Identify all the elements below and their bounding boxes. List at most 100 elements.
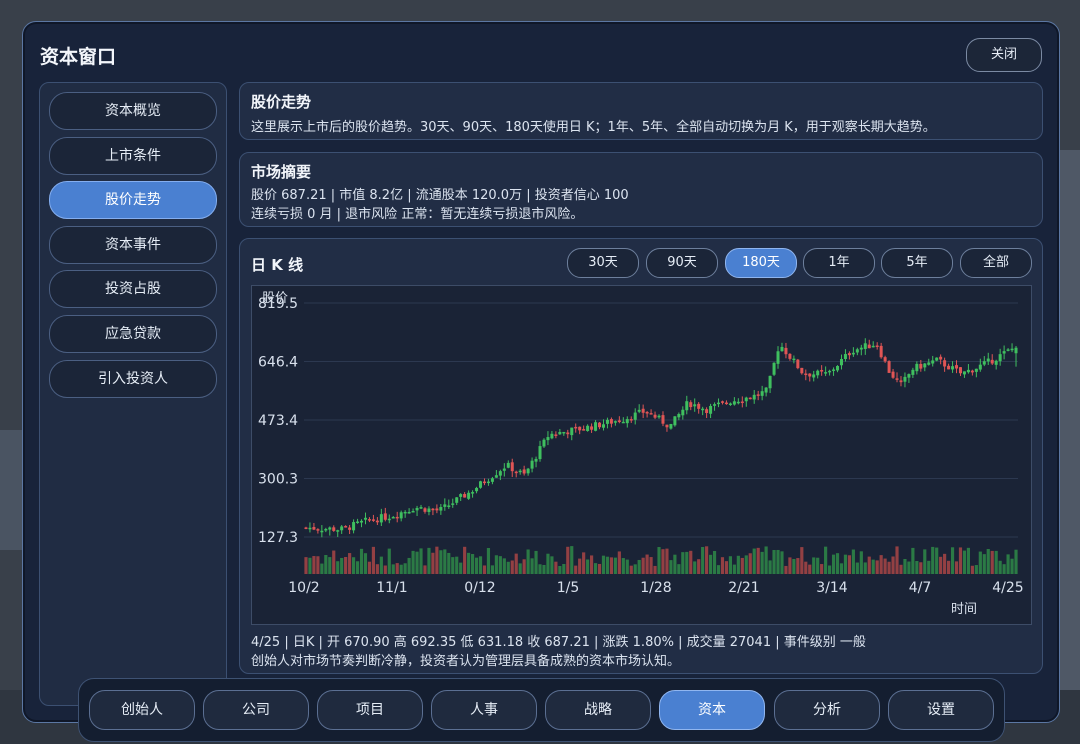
nav-analysis[interactable]: 分析 xyxy=(774,690,880,730)
candle-body xyxy=(348,527,352,530)
x-tick-label: 4/7 xyxy=(909,580,932,596)
range-all-button[interactable]: 全部 xyxy=(960,248,1032,278)
volume-bar xyxy=(629,565,633,574)
candle-body xyxy=(748,397,752,400)
candle-body xyxy=(891,371,895,378)
candle-body xyxy=(490,478,494,482)
sidebar-item-overview[interactable]: 资本概览 xyxy=(49,92,217,130)
volume-bar xyxy=(943,553,947,574)
x-axis-label: 时间 xyxy=(951,602,977,617)
volume-bar xyxy=(518,563,522,574)
volume-bar xyxy=(724,561,729,574)
window-title: 资本窗口 xyxy=(40,46,117,68)
volume-bar xyxy=(641,557,645,574)
background-building-left xyxy=(0,430,22,550)
volume-bar xyxy=(455,556,459,574)
volume-bar xyxy=(994,550,998,574)
candle-body xyxy=(879,345,883,358)
candle-body xyxy=(538,446,542,460)
x-tick-label: 11/1 xyxy=(376,580,407,596)
candle-body xyxy=(332,527,336,531)
close-button[interactable]: 关闭 xyxy=(966,38,1042,72)
volume-bar xyxy=(336,561,340,574)
volume-bar xyxy=(371,546,376,574)
range-1y-button[interactable]: 1年 xyxy=(803,248,875,278)
chart-area[interactable]: 819.5 646.4 473.4 300.3 127.3 股价 10/2 11/1 0/12 1… xyxy=(251,285,1032,625)
sidebar-item-emergency-loan[interactable]: 应急贷款 xyxy=(49,315,217,353)
volume-bar xyxy=(467,552,471,574)
candle-body xyxy=(399,512,403,519)
y-tick-label: 473.4 xyxy=(258,413,298,429)
volume-bar xyxy=(883,558,887,574)
candle-body xyxy=(498,471,502,476)
nav-founder[interactable]: 创始人 xyxy=(89,690,195,730)
volume-bar xyxy=(693,561,697,574)
candle-body xyxy=(1014,347,1018,354)
candle-body xyxy=(586,425,590,431)
candle-body xyxy=(935,357,939,361)
volume-bar xyxy=(998,560,1002,574)
candle-body xyxy=(550,433,554,439)
volume-bar xyxy=(748,553,752,574)
candle-body xyxy=(546,437,550,441)
candle-body xyxy=(871,345,875,348)
range-5y-button[interactable]: 5年 xyxy=(881,248,953,278)
candle-body xyxy=(590,426,594,430)
volume-bar xyxy=(903,559,907,574)
sidebar-item-capital-events[interactable]: 资本事件 xyxy=(49,226,217,264)
volume-bar xyxy=(927,560,931,574)
volume-bar xyxy=(808,564,812,574)
nav-personnel[interactable]: 人事 xyxy=(431,690,537,730)
candle-body xyxy=(613,421,617,423)
candle-body xyxy=(693,404,697,407)
y-tick-label: 300.3 xyxy=(258,472,298,488)
candle-body xyxy=(907,374,911,378)
volume-bar xyxy=(970,565,974,574)
volume-bar xyxy=(962,550,967,574)
candle-body xyxy=(843,354,847,360)
volume-bar xyxy=(931,546,935,574)
volume-bar xyxy=(609,557,614,574)
volume-bar xyxy=(554,561,558,574)
candle-body xyxy=(356,521,360,524)
volume-bar xyxy=(935,547,939,574)
nav-projects[interactable]: 项目 xyxy=(317,690,423,730)
nav-settings[interactable]: 设置 xyxy=(888,690,994,730)
sidebar-item-listing-conditions[interactable]: 上市条件 xyxy=(49,137,217,175)
volume-bar xyxy=(478,556,483,574)
volume-bar xyxy=(784,565,788,574)
sidebar-item-stock-trend[interactable]: 股价走势 xyxy=(49,181,217,219)
background-building-right xyxy=(1058,150,1080,710)
volume-bar xyxy=(538,564,542,574)
range-90d-button[interactable]: 90天 xyxy=(646,248,718,278)
candle-body xyxy=(808,373,812,377)
candle-body xyxy=(582,429,586,431)
volume-bar xyxy=(470,554,475,574)
candle-body xyxy=(978,364,982,370)
candle-body xyxy=(475,487,479,492)
candle-body xyxy=(1006,349,1010,351)
nav-strategy[interactable]: 战略 xyxy=(545,690,651,730)
nav-company[interactable]: 公司 xyxy=(203,690,309,730)
sidebar-item-bring-investor[interactable]: 引入投资人 xyxy=(49,360,217,398)
volume-bar xyxy=(486,547,491,574)
range-180d-button[interactable]: 180天 xyxy=(725,248,797,278)
candle-body xyxy=(915,363,919,372)
volume-bar xyxy=(800,547,804,574)
volume-bar xyxy=(359,548,364,574)
y-tick-label: 646.4 xyxy=(258,355,298,371)
volume-bar xyxy=(383,565,387,574)
volume-bar xyxy=(804,561,808,574)
candle-body xyxy=(304,527,308,529)
candle-body xyxy=(859,347,863,350)
candle-body xyxy=(328,527,332,530)
volume-bar xyxy=(625,559,629,574)
candle-body xyxy=(732,401,736,405)
range-30d-button[interactable]: 30天 xyxy=(567,248,639,278)
nav-capital[interactable]: 资本 xyxy=(659,690,765,730)
intro-text: 这里展示上市后的股价趋势。30天、90天、180天使用日 K；1年、5年、全部自… xyxy=(251,120,936,135)
volume-bar xyxy=(613,557,617,574)
candle-body xyxy=(911,369,915,375)
sidebar-item-equity-stakes[interactable]: 投资占股 xyxy=(49,270,217,308)
candle-body xyxy=(839,359,843,366)
